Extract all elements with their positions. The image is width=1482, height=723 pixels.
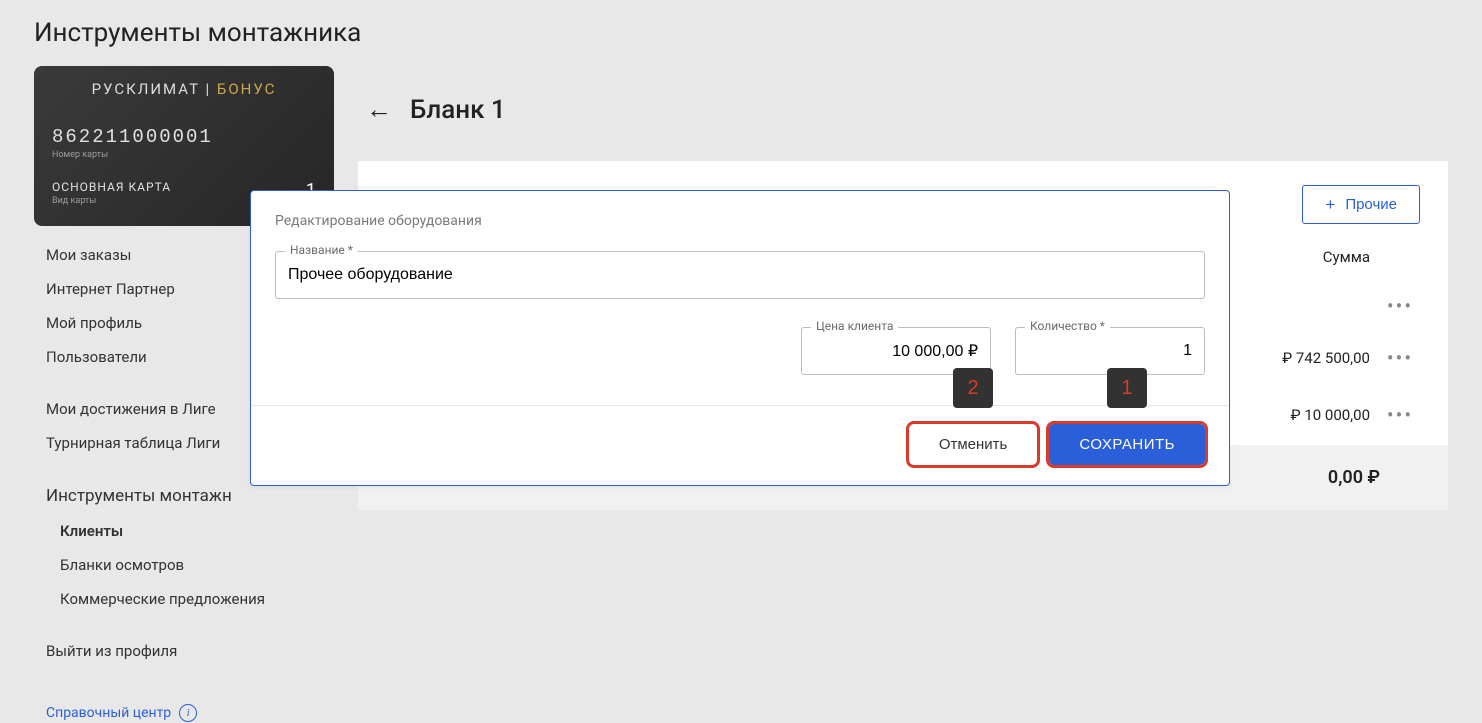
annotation-badge: 1 — [1107, 368, 1147, 408]
name-field: Название * — [275, 251, 1205, 299]
name-input[interactable] — [275, 251, 1205, 299]
modal-backdrop: Редактирование оборудования Название * Ц… — [0, 0, 1482, 723]
save-label: СОХРАНИТЬ — [1079, 436, 1175, 453]
annotation-badge: 2 — [953, 368, 993, 408]
cancel-label: Отменить — [939, 436, 1008, 453]
price-label: Цена клиента — [811, 319, 898, 333]
qty-label: Количество * — [1025, 319, 1110, 333]
cancel-button[interactable]: 2 Отменить — [909, 424, 1038, 465]
edit-equipment-modal: Редактирование оборудования Название * Ц… — [250, 190, 1230, 486]
name-label: Название * — [285, 243, 358, 257]
modal-divider — [251, 405, 1229, 406]
save-button[interactable]: 1 СОХРАНИТЬ — [1049, 424, 1205, 465]
modal-heading: Редактирование оборудования — [275, 213, 1205, 229]
